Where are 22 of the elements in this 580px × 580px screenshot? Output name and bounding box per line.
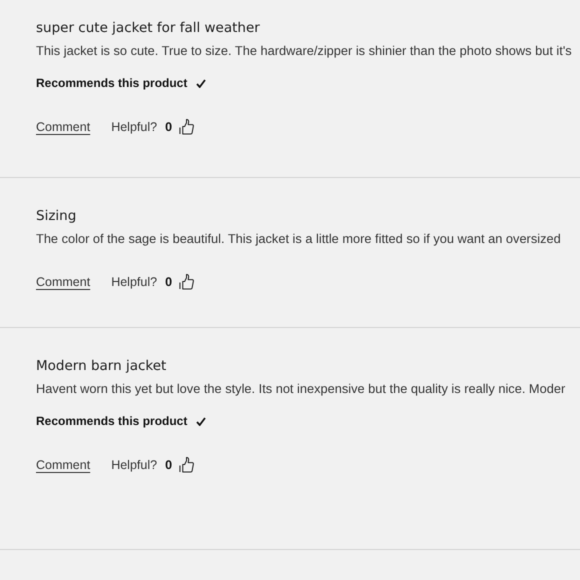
recommend-label: Recommends this product — [36, 414, 188, 428]
thumbs-up-icon[interactable] — [179, 273, 194, 290]
helpful-count: 0 — [165, 120, 172, 134]
review-text: This jacket is so cute. True to size. The hardware/zipper is shinier than the photo shows but it's — [36, 43, 572, 59]
helpful-label: Helpful? — [111, 458, 158, 472]
helpful-count: 0 — [165, 458, 172, 472]
review-text: Havent worn this yet but love the style. Its not inexpensive but the quality is really nice. Moder — [36, 381, 566, 397]
thumbs-up-icon[interactable] — [179, 118, 194, 135]
checkmark-icon — [196, 78, 206, 88]
helpful-count: 0 — [165, 274, 172, 288]
review-title: Sizing — [36, 207, 76, 225]
comment-link[interactable]: Comment — [36, 458, 90, 472]
comment-link[interactable]: Comment — [36, 120, 90, 134]
checkmark-icon — [196, 416, 206, 426]
comment-link[interactable]: Comment — [36, 274, 90, 288]
helpful-label: Helpful? — [111, 120, 158, 134]
recommend-label: Recommends this product — [36, 76, 188, 90]
thumbs-up-icon[interactable] — [179, 456, 194, 473]
review-title: super cute jacket for fall weather — [36, 19, 260, 37]
helpful-label: Helpful? — [111, 274, 158, 288]
review-title: Modern barn jacket — [36, 357, 166, 375]
review-text: The color of the sage is beautiful. This jacket is a little more fitted so if you want an oversized — [36, 231, 561, 247]
